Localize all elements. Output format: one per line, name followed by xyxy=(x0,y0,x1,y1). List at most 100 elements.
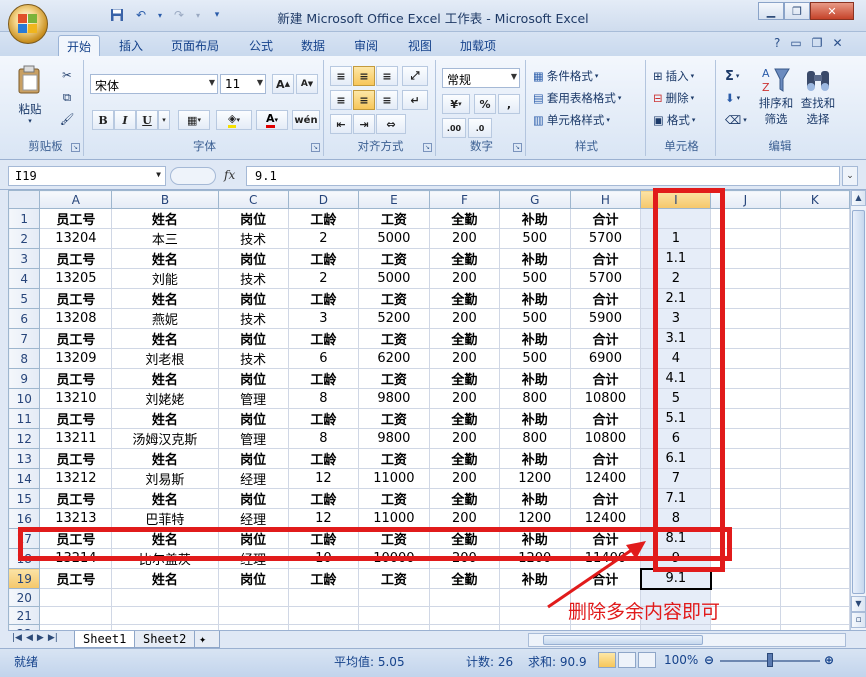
orientation-button[interactable]: ⤢ xyxy=(402,66,428,86)
cell[interactable]: 全勤 xyxy=(428,288,501,309)
last-sheet-icon[interactable]: ▶| xyxy=(48,633,58,643)
close-button[interactable]: ✕ xyxy=(810,2,854,20)
alignment-launcher-icon[interactable]: ↘ xyxy=(423,143,432,152)
cell[interactable]: 工资 xyxy=(357,368,430,389)
cell[interactable] xyxy=(779,268,850,289)
zoom-out-icon[interactable]: ⊖ xyxy=(704,653,714,667)
cell[interactable]: 800 xyxy=(499,388,571,409)
cell[interactable]: 姓名 xyxy=(111,448,219,469)
column-header[interactable]: A xyxy=(39,190,113,209)
clipboard-launcher-icon[interactable]: ↘ xyxy=(71,143,80,152)
cell[interactable]: 13212 xyxy=(39,468,113,489)
cell[interactable] xyxy=(217,588,289,607)
cell[interactable]: 经理 xyxy=(217,508,289,529)
shrink-font-button[interactable]: A ▼ xyxy=(296,74,318,94)
cell[interactable] xyxy=(779,428,850,449)
cell[interactable]: 岗位 xyxy=(217,248,289,269)
insert-sheet-icon[interactable]: ✦ xyxy=(194,631,220,648)
cell[interactable]: 工资 xyxy=(357,288,430,309)
cell[interactable]: 合计 xyxy=(569,328,642,349)
cell[interactable]: 全勤 xyxy=(428,248,501,269)
cell[interactable]: 工龄 xyxy=(287,208,359,229)
cell[interactable]: 12 xyxy=(287,468,359,489)
autosum-button[interactable]: Σ ▾ xyxy=(724,66,740,86)
column-header[interactable]: C xyxy=(217,190,289,209)
cell[interactable]: 工资 xyxy=(357,448,430,469)
cell[interactable]: 工资 xyxy=(357,328,430,349)
cell[interactable]: 工龄 xyxy=(287,488,359,509)
cell[interactable]: 补助 xyxy=(499,368,571,389)
find-select-button[interactable]: 查找和 选择 xyxy=(798,64,838,138)
cell[interactable]: 800 xyxy=(499,428,571,449)
cell[interactable]: 技术 xyxy=(217,268,289,289)
cell[interactable]: 500 xyxy=(499,348,571,369)
cell[interactable]: 10800 xyxy=(569,388,642,409)
cut-icon[interactable]: ✂ xyxy=(58,66,76,84)
cell[interactable]: 姓名 xyxy=(111,568,219,589)
page-layout-view-button[interactable] xyxy=(618,652,636,668)
column-header[interactable]: K xyxy=(779,190,850,209)
align-bottom-button[interactable]: ≡ xyxy=(376,66,398,86)
cell[interactable]: 工龄 xyxy=(287,248,359,269)
row-header[interactable]: 19 xyxy=(8,568,41,589)
cell[interactable]: 10800 xyxy=(569,428,642,449)
row-header[interactable]: 10 xyxy=(8,388,41,409)
formula-input[interactable]: 9.1 xyxy=(246,166,840,186)
cell[interactable]: 本三 xyxy=(111,228,219,249)
cell[interactable]: 工资 xyxy=(357,568,430,589)
horizontal-scroll-thumb[interactable] xyxy=(543,635,703,645)
cell[interactable]: 200 xyxy=(428,468,501,489)
cell[interactable]: 全勤 xyxy=(428,568,501,589)
first-sheet-icon[interactable]: |◀ xyxy=(12,633,22,643)
cell[interactable]: 补助 xyxy=(499,408,571,429)
italic-button[interactable]: I xyxy=(114,110,136,130)
align-right-button[interactable]: ≡ xyxy=(376,90,398,110)
row-header[interactable]: 4 xyxy=(8,268,41,289)
cell[interactable]: 技术 xyxy=(217,228,289,249)
cell[interactable]: 管理 xyxy=(217,388,289,409)
ribbon-restore-icon[interactable]: ❐ xyxy=(812,36,823,50)
sheet-tab-sheet2[interactable]: Sheet2 xyxy=(134,631,196,648)
name-box[interactable]: I19 ▼ xyxy=(8,166,166,186)
cell[interactable] xyxy=(779,508,850,529)
scroll-up-icon[interactable]: ▲ xyxy=(851,190,866,206)
cell[interactable]: 1200 xyxy=(499,508,571,529)
cell[interactable] xyxy=(428,606,501,625)
cell[interactable] xyxy=(710,588,781,607)
office-button[interactable] xyxy=(8,4,48,44)
prev-sheet-icon[interactable]: ◀ xyxy=(26,633,33,643)
cell[interactable]: 岗位 xyxy=(217,328,289,349)
cell[interactable]: 200 xyxy=(428,348,501,369)
restore-button[interactable]: ❐ xyxy=(784,2,810,20)
merge-center-button[interactable]: ⇔ xyxy=(376,114,406,134)
cell[interactable]: 5700 xyxy=(569,268,642,289)
cell[interactable] xyxy=(39,588,113,607)
zoom-level[interactable]: 100% xyxy=(664,653,698,667)
cell[interactable]: 工龄 xyxy=(287,408,359,429)
zoom-in-icon[interactable]: ⊕ xyxy=(824,653,834,667)
conditional-format-button[interactable]: ▦ 条件格式 ▾ xyxy=(532,66,599,86)
row-header[interactable]: 16 xyxy=(8,508,41,529)
cell[interactable]: 合计 xyxy=(569,288,642,309)
help-icon[interactable]: ? xyxy=(774,36,780,50)
cell[interactable] xyxy=(779,208,850,229)
cell[interactable]: 500 xyxy=(499,308,571,329)
cell[interactable]: 5900 xyxy=(569,308,642,329)
row-header[interactable]: 21 xyxy=(8,606,41,625)
cell[interactable] xyxy=(779,588,850,607)
insert-function-icon[interactable]: fx xyxy=(224,168,235,182)
column-header[interactable]: B xyxy=(111,190,219,209)
expand-formula-bar-icon[interactable]: ⌄ xyxy=(842,166,858,186)
cell[interactable]: 员工号 xyxy=(39,248,113,269)
cell[interactable]: 全勤 xyxy=(428,328,501,349)
number-launcher-icon[interactable]: ↘ xyxy=(513,143,522,152)
cell[interactable] xyxy=(287,606,359,625)
cell[interactable] xyxy=(710,606,781,625)
cell[interactable]: 13213 xyxy=(39,508,113,529)
font-color-button[interactable]: A ▾ xyxy=(256,110,288,130)
cell[interactable]: 技术 xyxy=(217,308,289,329)
row-header[interactable]: 1 xyxy=(8,208,41,229)
cell[interactable]: 9800 xyxy=(357,388,430,409)
clear-button[interactable]: ⌫ ▾ xyxy=(724,110,748,130)
cell[interactable]: 13204 xyxy=(39,228,113,249)
